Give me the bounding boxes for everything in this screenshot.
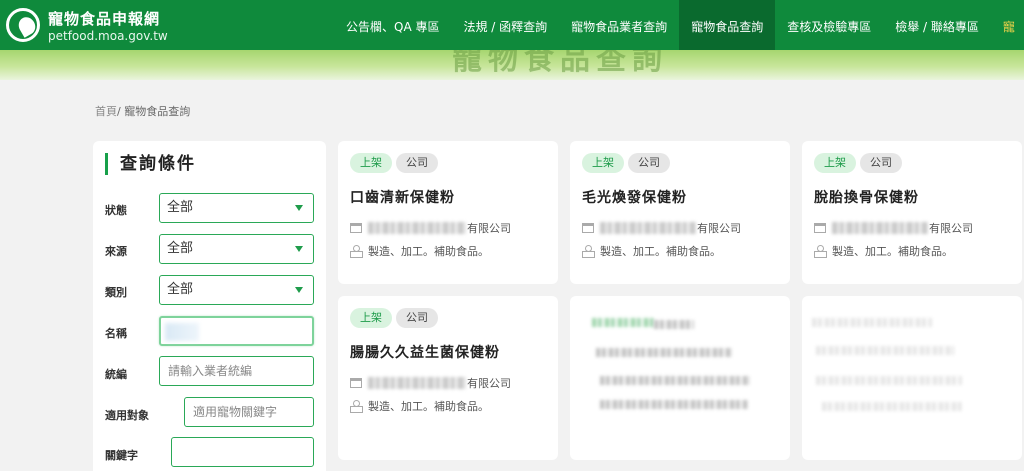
company-line: 有限公司 xyxy=(814,220,973,236)
type-badge: 公司 xyxy=(628,153,670,173)
category-line: 製造、加工。補助食品。 xyxy=(350,243,489,259)
product-name[interactable]: 脫胎換骨保健粉 xyxy=(814,187,919,207)
filter-panel: 查詢條件 狀態 全部 來源 全部 類別 全部 名稱 統編 請輸入業者統編 適用對… xyxy=(93,141,326,471)
company-suffix: 有限公司 xyxy=(697,222,741,235)
site-logo-icon[interactable] xyxy=(6,8,40,42)
type-badge: 公司 xyxy=(396,308,438,328)
status-label: 狀態 xyxy=(105,204,127,217)
product-card[interactable]: 上架 公司 脫胎換骨保健粉 有限公司 製造、加工。補助食品。 xyxy=(802,141,1022,284)
filter-title: 查詢條件 xyxy=(105,153,196,175)
breadcrumb: 首頁/ 寵物食品查詢 xyxy=(95,103,190,119)
status-select-value: 全部 xyxy=(167,200,194,215)
breadcrumb-current: 寵物食品查詢 xyxy=(124,105,191,118)
name-input-value xyxy=(165,323,199,341)
main-nav: 公告欄、QA 專區 法規 / 函釋查詢 寵物食品業者查詢 寵物食品查詢 查核及檢… xyxy=(334,0,1015,50)
name-input[interactable] xyxy=(159,316,314,346)
company-line: 有限公司 xyxy=(582,220,741,236)
status-badge: 上架 xyxy=(350,153,392,173)
source-select-value: 全部 xyxy=(167,241,194,256)
status-badge: 上架 xyxy=(814,153,856,173)
product-category: 製造、加工。補助食品。 xyxy=(368,245,489,258)
nav-item-report-contact[interactable]: 檢舉 / 聯絡專區 xyxy=(883,0,991,50)
product-name[interactable]: 口齒清新保健粉 xyxy=(350,187,455,207)
product-name[interactable]: 腸腸久久益生菌保健粉 xyxy=(350,342,500,362)
nav-item-overflow[interactable]: 寵 xyxy=(991,0,1015,50)
tax-id-label: 統編 xyxy=(105,368,127,381)
nav-item-announcements[interactable]: 公告欄、QA 專區 xyxy=(334,0,451,50)
nav-item-regulations[interactable]: 法規 / 函釋查詢 xyxy=(451,0,559,50)
building-icon xyxy=(582,223,594,233)
category-label: 類別 xyxy=(105,286,127,299)
banner-title: 寵物食品查詢 xyxy=(452,50,668,77)
blurred-product-card[interactable] xyxy=(802,296,1022,460)
blurred-product-card[interactable] xyxy=(570,296,790,460)
breadcrumb-home[interactable]: 首頁 xyxy=(95,105,117,118)
product-card[interactable]: 上架 公司 腸腸久久益生菌保健粉 有限公司 製造、加工。補助食品。 xyxy=(338,296,558,460)
product-name[interactable]: 毛光煥發保健粉 xyxy=(582,187,687,207)
keyword-input[interactable] xyxy=(171,437,314,467)
type-badge: 公司 xyxy=(860,153,902,173)
status-select[interactable]: 全部 xyxy=(159,193,314,223)
nav-item-inspection[interactable]: 查核及檢驗專區 xyxy=(775,0,883,50)
product-category: 製造、加工。補助食品。 xyxy=(368,400,489,413)
category-icon xyxy=(350,245,363,258)
site-title[interactable]: 寵物食品申報網 xyxy=(48,8,160,29)
building-icon xyxy=(814,223,826,233)
triangle-down-icon xyxy=(295,287,303,293)
product-card[interactable]: 上架 公司 口齒清新保健粉 有限公司 製造、加工。補助食品。 xyxy=(338,141,558,284)
nav-item-petfood-search[interactable]: 寵物食品查詢 xyxy=(679,0,776,50)
building-icon xyxy=(350,223,362,233)
product-category: 製造、加工。補助食品。 xyxy=(832,245,953,258)
breadcrumb-separator: / xyxy=(117,105,121,118)
category-select[interactable]: 全部 xyxy=(159,275,314,305)
name-label: 名稱 xyxy=(105,327,127,340)
company-suffix: 有限公司 xyxy=(467,222,511,235)
category-icon xyxy=(582,245,595,258)
source-select[interactable]: 全部 xyxy=(159,234,314,264)
category-icon xyxy=(814,245,827,258)
company-line: 有限公司 xyxy=(350,375,511,391)
site-domain: petfood.moa.gov.tw xyxy=(48,29,168,43)
triangle-down-icon xyxy=(295,205,303,211)
status-badge: 上架 xyxy=(582,153,624,173)
building-icon xyxy=(350,378,362,388)
target-label: 適用對象 xyxy=(105,409,149,422)
category-line: 製造、加工。補助食品。 xyxy=(582,243,721,259)
category-line: 製造、加工。補助食品。 xyxy=(350,398,489,414)
product-card[interactable]: 上架 公司 毛光煥發保健粉 有限公司 製造、加工。補助食品。 xyxy=(570,141,790,284)
triangle-down-icon xyxy=(295,246,303,252)
company-line: 有限公司 xyxy=(350,220,511,236)
category-icon xyxy=(350,400,363,413)
company-suffix: 有限公司 xyxy=(467,377,511,390)
product-category: 製造、加工。補助食品。 xyxy=(600,245,721,258)
category-select-value: 全部 xyxy=(167,282,194,297)
type-badge: 公司 xyxy=(396,153,438,173)
keyword-label: 關鍵字 xyxy=(105,449,138,462)
page-banner: 寵物食品查詢 xyxy=(0,50,1024,80)
tax-id-input[interactable]: 請輸入業者統編 xyxy=(159,356,314,386)
status-badge: 上架 xyxy=(350,308,392,328)
category-line: 製造、加工。補助食品。 xyxy=(814,243,953,259)
nav-item-vendor-search[interactable]: 寵物食品業者查詢 xyxy=(559,0,679,50)
target-input[interactable]: 適用寵物關鍵字 xyxy=(184,397,314,427)
site-header: 寵物食品申報網 petfood.moa.gov.tw 公告欄、QA 專區 法規 … xyxy=(0,0,1024,50)
source-label: 來源 xyxy=(105,245,127,258)
company-suffix: 有限公司 xyxy=(929,222,973,235)
